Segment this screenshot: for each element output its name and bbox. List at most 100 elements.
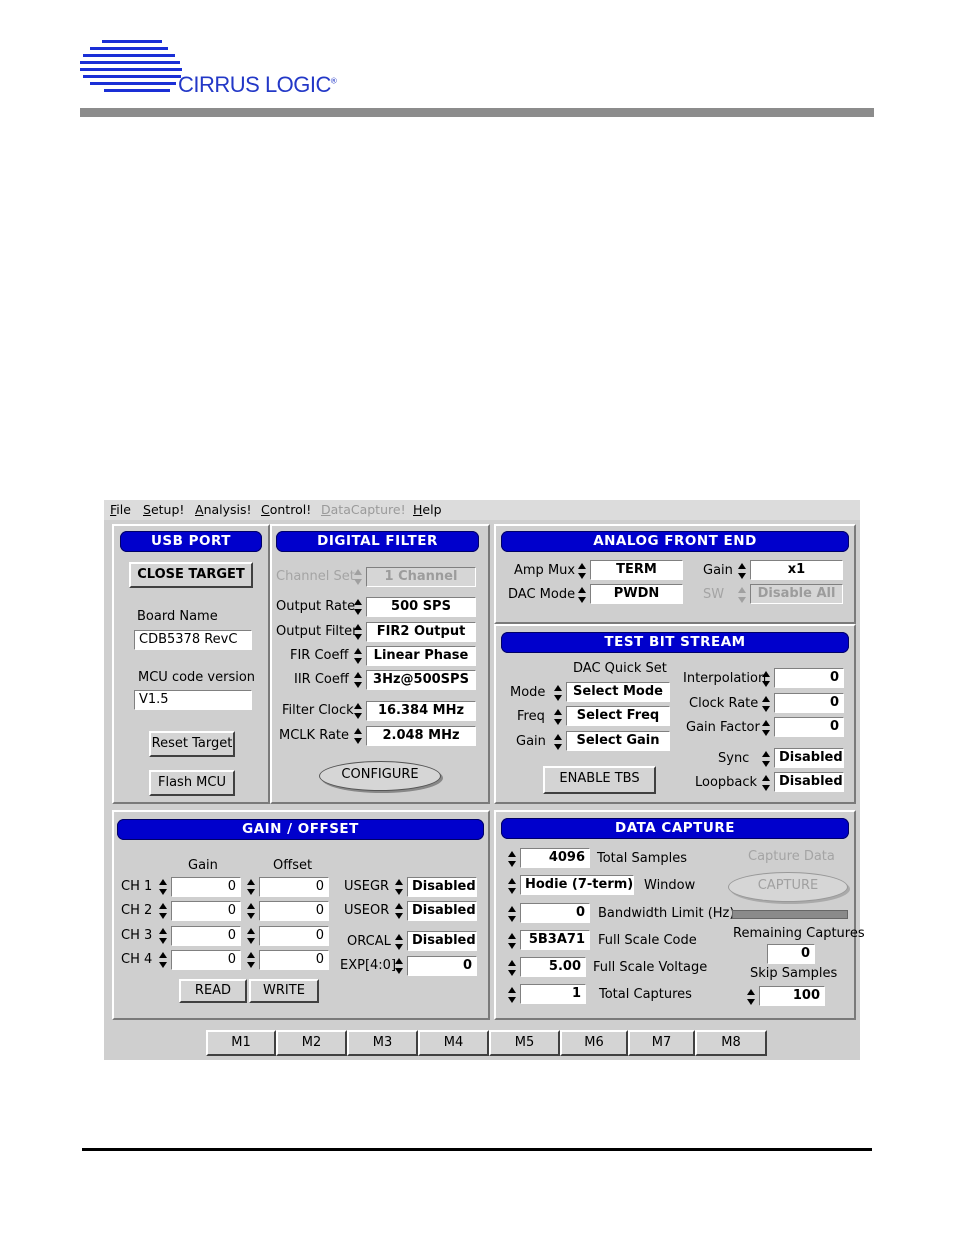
- iir-coeff-field[interactable]: 3Hz@500SPS: [366, 670, 476, 690]
- ch1-label: CH 1: [121, 879, 153, 894]
- gain-factor-spinner[interactable]: [761, 718, 772, 738]
- skip-samples-field[interactable]: 100: [759, 986, 825, 1006]
- afe-gain-field[interactable]: x1: [750, 560, 843, 580]
- usb-port-title: USB PORT: [120, 531, 262, 552]
- tab-m7[interactable]: M7: [628, 1030, 695, 1056]
- tbs-gain-field[interactable]: Select Gain: [566, 731, 670, 751]
- brand-name: CIRRUS LOGIC®: [178, 72, 337, 97]
- total-samples-spinner[interactable]: [507, 849, 518, 869]
- enable-tbs-button[interactable]: ENABLE TBS: [543, 766, 656, 794]
- skip-samples-spinner[interactable]: [746, 987, 757, 1007]
- ch2-gain-spinner[interactable]: [158, 901, 169, 921]
- full-scale-voltage-field[interactable]: 5.00: [520, 957, 586, 977]
- usegr-spinner[interactable]: [394, 877, 405, 897]
- ch3-offset-field[interactable]: 0: [259, 926, 329, 946]
- tab-m2[interactable]: M2: [276, 1030, 347, 1056]
- tab-m6[interactable]: M6: [560, 1030, 628, 1056]
- total-captures-spinner[interactable]: [507, 985, 518, 1005]
- ch3-gain-field[interactable]: 0: [171, 926, 241, 946]
- usegr-field[interactable]: Disabled: [407, 877, 477, 897]
- close-target-button[interactable]: CLOSE TARGET: [129, 562, 253, 588]
- tab-m5[interactable]: M5: [489, 1030, 560, 1056]
- tab-m3[interactable]: M3: [347, 1030, 418, 1056]
- ch2-offset-field[interactable]: 0: [259, 901, 329, 921]
- output-filter-spinner[interactable]: [353, 622, 364, 642]
- ch4-offset-spinner[interactable]: [246, 950, 257, 970]
- iir-coeff-spinner[interactable]: [353, 670, 364, 690]
- tbs-gain-label: Gain: [516, 734, 546, 749]
- interpolation-field[interactable]: 0: [774, 668, 844, 688]
- board-name-field[interactable]: CDB5378 RevC: [134, 630, 252, 650]
- ch2-label: CH 2: [121, 903, 153, 918]
- ch1-gain-spinner[interactable]: [158, 877, 169, 897]
- tbs-mode-spinner[interactable]: [553, 683, 564, 703]
- window-spinner[interactable]: [507, 876, 518, 896]
- ch1-offset-spinner[interactable]: [246, 877, 257, 897]
- fir-coeff-spinner[interactable]: [353, 646, 364, 666]
- configure-button[interactable]: CONFIGURE: [319, 761, 441, 791]
- read-button[interactable]: READ: [179, 979, 247, 1003]
- filter-clock-spinner[interactable]: [353, 701, 364, 721]
- window-field[interactable]: Hodie (7-term): [520, 875, 634, 895]
- bandwidth-spinner[interactable]: [507, 904, 518, 924]
- mcu-version-field[interactable]: V1.5: [134, 690, 252, 710]
- gain-factor-field[interactable]: 0: [774, 717, 844, 737]
- full-scale-code-field[interactable]: 5B3A71: [520, 930, 590, 950]
- fir-coeff-field[interactable]: Linear Phase: [366, 646, 476, 666]
- loopback-field[interactable]: Disabled: [774, 772, 844, 792]
- total-samples-field[interactable]: 4096: [520, 848, 590, 868]
- ch3-gain-spinner[interactable]: [158, 926, 169, 946]
- sync-field[interactable]: Disabled: [774, 748, 844, 768]
- sync-spinner[interactable]: [761, 749, 772, 769]
- clock-rate-spinner[interactable]: [761, 694, 772, 714]
- flash-mcu-button[interactable]: Flash MCU: [149, 770, 235, 796]
- ch3-offset-spinner[interactable]: [246, 926, 257, 946]
- analog-front-end-title: ANALOG FRONT END: [501, 531, 849, 552]
- tbs-freq-field[interactable]: Select Freq: [566, 706, 670, 726]
- tab-m4[interactable]: M4: [418, 1030, 489, 1056]
- tab-m1[interactable]: M1: [206, 1030, 276, 1056]
- ch4-gain-spinner[interactable]: [158, 950, 169, 970]
- ch1-gain-field[interactable]: 0: [171, 877, 241, 897]
- total-captures-field[interactable]: 1: [520, 984, 586, 1004]
- write-button[interactable]: WRITE: [249, 979, 319, 1003]
- tbs-freq-spinner[interactable]: [553, 707, 564, 727]
- output-rate-spinner[interactable]: [353, 597, 364, 617]
- orcal-field[interactable]: Disabled: [407, 931, 477, 951]
- afe-gain-spinner[interactable]: [737, 561, 748, 581]
- menu-setup[interactable]: Setup!: [143, 502, 184, 517]
- ch4-gain-field[interactable]: 0: [171, 950, 241, 970]
- filter-clock-field[interactable]: 16.384 MHz: [366, 701, 476, 721]
- mclk-rate-spinner[interactable]: [353, 726, 364, 746]
- ch2-gain-field[interactable]: 0: [171, 901, 241, 921]
- dac-mode-spinner[interactable]: [577, 585, 588, 605]
- amp-mux-spinner[interactable]: [577, 561, 588, 581]
- useor-spinner[interactable]: [394, 901, 405, 921]
- menu-control[interactable]: Control!: [261, 502, 311, 517]
- full-scale-voltage-spinner[interactable]: [507, 958, 518, 978]
- tab-m8[interactable]: M8: [695, 1030, 767, 1056]
- tbs-mode-field[interactable]: Select Mode: [566, 682, 670, 702]
- full-scale-code-spinner[interactable]: [507, 931, 518, 951]
- output-rate-field[interactable]: 500 SPS: [366, 597, 476, 617]
- output-filter-field[interactable]: FIR2 Output: [366, 622, 476, 642]
- orcal-spinner[interactable]: [394, 932, 405, 952]
- ch2-offset-spinner[interactable]: [246, 901, 257, 921]
- ch1-offset-field[interactable]: 0: [259, 877, 329, 897]
- bandwidth-field[interactable]: 0: [520, 903, 590, 923]
- exp-field[interactable]: 0: [407, 956, 477, 976]
- dac-mode-field[interactable]: PWDN: [590, 584, 683, 604]
- menu-file[interactable]: File: [110, 502, 131, 517]
- clock-rate-field[interactable]: 0: [774, 693, 844, 713]
- useor-field[interactable]: Disabled: [407, 901, 477, 921]
- exp-spinner[interactable]: [394, 956, 405, 976]
- menu-help[interactable]: Help: [413, 502, 442, 517]
- tbs-gain-spinner[interactable]: [553, 732, 564, 752]
- interpolation-spinner[interactable]: [761, 669, 772, 689]
- menu-analysis[interactable]: Analysis!: [195, 502, 252, 517]
- ch4-offset-field[interactable]: 0: [259, 950, 329, 970]
- reset-target-button[interactable]: Reset Target: [149, 731, 235, 757]
- mclk-rate-field[interactable]: 2.048 MHz: [366, 726, 476, 746]
- amp-mux-field[interactable]: TERM: [590, 560, 683, 580]
- loopback-spinner[interactable]: [761, 773, 772, 793]
